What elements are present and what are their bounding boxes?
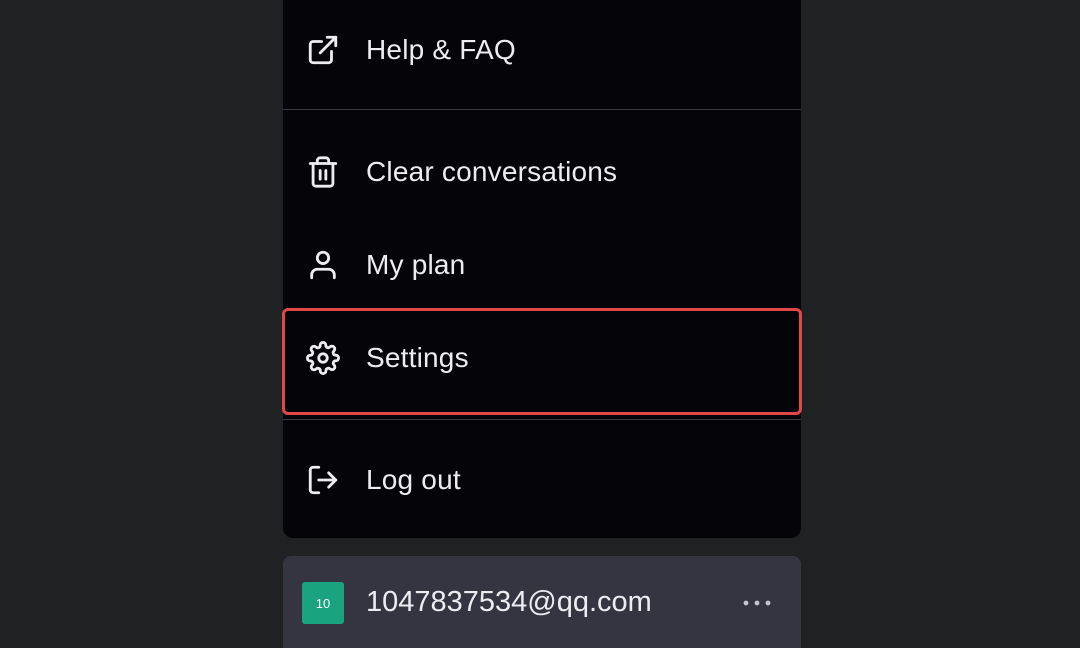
trash-icon: [305, 154, 341, 190]
menu-item-clear-conversations[interactable]: Clear conversations: [283, 127, 801, 217]
user-account-button[interactable]: 10 1047837534@qq.com: [283, 556, 801, 648]
menu-item-label: Clear conversations: [366, 156, 618, 187]
sidebar-column: Help & FAQ Clear conversations My plan S…: [282, 0, 802, 648]
account-menu: Help & FAQ Clear conversations My plan S…: [282, 0, 802, 538]
menu-item-label: Log out: [366, 464, 461, 495]
menu-item-log-out[interactable]: Log out: [283, 435, 801, 525]
menu-item-settings[interactable]: Settings: [283, 313, 801, 403]
menu-item-label: My plan: [366, 249, 466, 280]
gear-icon: [305, 340, 341, 376]
menu-item-my-plan[interactable]: My plan: [283, 220, 801, 310]
external-link-icon: [305, 32, 341, 68]
menu-item-label: Settings: [366, 342, 469, 373]
user-icon: [305, 247, 341, 283]
menu-item-help-faq[interactable]: Help & FAQ: [283, 5, 801, 95]
user-email: 1047837534@qq.com: [366, 586, 652, 618]
ellipsis-icon[interactable]: [739, 589, 775, 617]
avatar: 10: [302, 582, 344, 624]
log-out-icon: [305, 462, 341, 498]
menu-divider: [283, 109, 801, 110]
menu-divider: [283, 419, 801, 420]
menu-item-label: Help & FAQ: [366, 34, 516, 65]
